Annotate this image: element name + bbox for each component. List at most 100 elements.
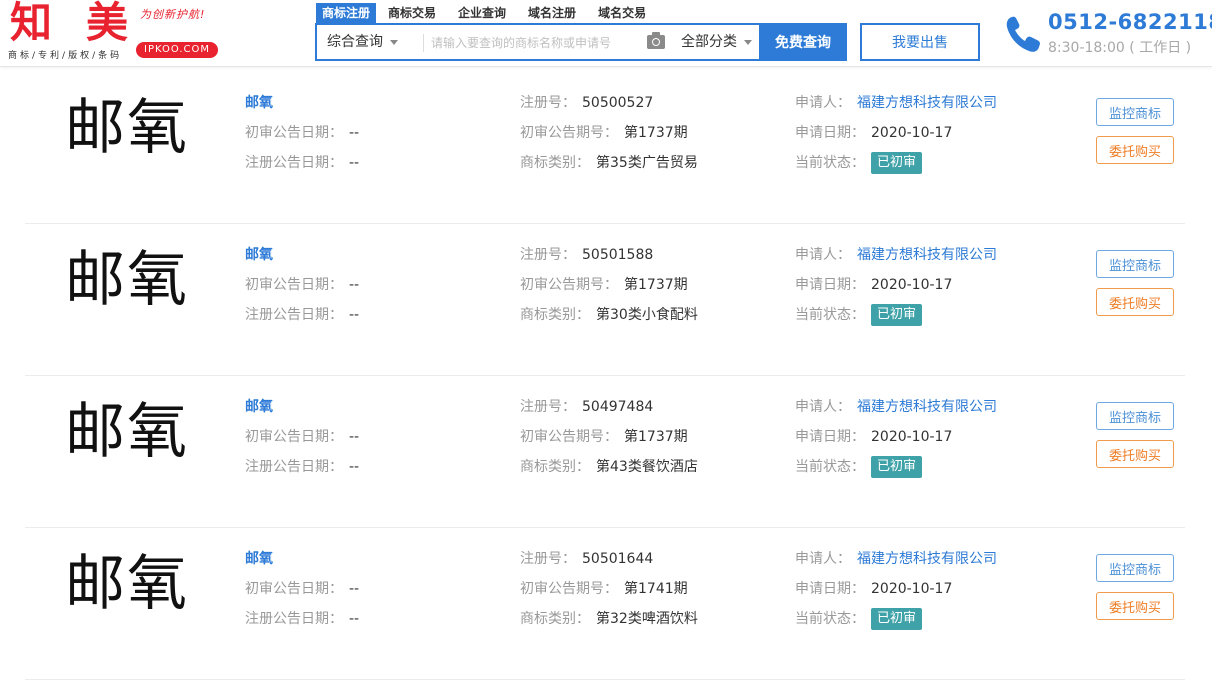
category-value: 第43类餐饮酒店	[596, 459, 698, 475]
apply-date-value: 2020-10-17	[871, 125, 953, 141]
entrust-purchase-button[interactable]: 委托购买	[1096, 136, 1174, 164]
applicant-link[interactable]: 福建方想科技有限公司	[857, 551, 997, 567]
status-label: 当前状态：	[795, 307, 865, 323]
chevron-down-icon	[744, 39, 752, 45]
site-header: 知 美 为创新护航! 商标/专利/版权/条码 IPKOO.COM 商标注册 商标…	[0, 0, 1212, 67]
entrust-purchase-button[interactable]: 委托购买	[1096, 288, 1174, 316]
entrust-purchase-button[interactable]: 委托购买	[1096, 440, 1174, 468]
status-badge: 已初审	[871, 608, 923, 630]
tab-company-query[interactable]: 企业查询	[452, 3, 512, 24]
applicant-label: 申请人：	[795, 247, 851, 263]
result-col-applicant: 申请人： 福建方想科技有限公司 申请日期： 2020-10-17 当前状态： 已初审	[795, 392, 997, 482]
tab-domain-trade[interactable]: 域名交易	[592, 3, 652, 24]
trademark-image[interactable]: 邮氧	[65, 548, 195, 620]
category-label: 商标类别：	[520, 611, 590, 627]
applicant-link[interactable]: 福建方想科技有限公司	[857, 399, 997, 415]
list-item: 邮氧 邮氧 初审公告日期： -- 注册公告日期： -- 注册号： 50500527 初…	[25, 72, 1185, 224]
prelim-date-value: --	[349, 581, 360, 597]
monitor-trademark-button[interactable]: 监控商标	[1096, 554, 1174, 582]
result-col-registration: 注册号： 50501644 初审公告期号： 第1741期 商标类别： 第32类啤酒饮料	[520, 544, 698, 634]
category-label: 商标类别：	[520, 459, 590, 475]
phone-hours: 8:30-18:00 ( 工作日 )	[1048, 40, 1192, 56]
reg-no-label: 注册号：	[520, 551, 576, 567]
search-type-label: 综合查询	[327, 34, 383, 50]
reg-no-value: 50500527	[582, 95, 654, 111]
reg-no-label: 注册号：	[520, 247, 576, 263]
reg-date-label: 注册公告日期：	[245, 155, 343, 171]
search-type-select[interactable]: 综合查询	[327, 25, 398, 59]
applicant-link[interactable]: 福建方想科技有限公司	[857, 95, 997, 111]
logo-char-mei: 美	[86, 0, 129, 47]
result-col-registration: 注册号： 50500527 初审公告期号： 第1737期 商标类别： 第35类广告贸易	[520, 88, 698, 178]
status-badge: 已初审	[871, 152, 923, 174]
trademark-name-link[interactable]: 邮氧	[245, 551, 273, 567]
search-category-select[interactable]: 全部分类	[681, 25, 752, 59]
category-value: 第30类小食配料	[596, 307, 698, 323]
apply-date-label: 申请日期：	[795, 277, 865, 293]
applicant-label: 申请人：	[795, 95, 851, 111]
status-label: 当前状态：	[795, 155, 865, 171]
prelim-issue-value: 第1737期	[624, 125, 688, 141]
reg-date-label: 注册公告日期：	[245, 459, 343, 475]
result-col-applicant: 申请人： 福建方想科技有限公司 申请日期： 2020-10-17 当前状态： 已初审	[795, 88, 997, 178]
list-item: 邮氧 邮氧 初审公告日期： -- 注册公告日期： -- 注册号： 50501644 初…	[25, 528, 1185, 680]
status-badge: 已初审	[871, 304, 923, 326]
reg-date-value: --	[349, 307, 360, 323]
phone-icon	[1006, 16, 1040, 52]
prelim-date-value: --	[349, 125, 360, 141]
reg-date-label: 注册公告日期：	[245, 307, 343, 323]
tab-trademark-trade[interactable]: 商标交易	[382, 3, 442, 24]
list-item: 邮氧 邮氧 初审公告日期： -- 注册公告日期： -- 注册号： 50497484 初…	[25, 376, 1185, 528]
apply-date-value: 2020-10-17	[871, 277, 953, 293]
apply-date-value: 2020-10-17	[871, 429, 953, 445]
prelim-date-value: --	[349, 277, 360, 293]
prelim-issue-value: 第1741期	[624, 581, 688, 597]
list-item: 邮氧 邮氧 初审公告日期： -- 注册公告日期： -- 注册号： 50501588 初…	[25, 224, 1185, 376]
logo-slogan: 为创新护航!	[140, 8, 206, 21]
trademark-name-link[interactable]: 邮氧	[245, 95, 273, 111]
status-label: 当前状态：	[795, 611, 865, 627]
trademark-name-link[interactable]: 邮氧	[245, 399, 273, 415]
site-logo[interactable]: 知 美 为创新护航! 商标/专利/版权/条码 IPKOO.COM	[8, 0, 218, 62]
search-category-label: 全部分类	[681, 34, 737, 50]
category-value: 第35类广告贸易	[596, 155, 698, 171]
entrust-purchase-button[interactable]: 委托购买	[1096, 592, 1174, 620]
reg-no-label: 注册号：	[520, 399, 576, 415]
search-input[interactable]	[429, 29, 633, 57]
reg-no-value: 50501644	[582, 551, 654, 567]
reg-date-value: --	[349, 459, 360, 475]
camera-icon[interactable]	[647, 32, 665, 49]
apply-date-label: 申请日期：	[795, 581, 865, 597]
result-col-basic: 邮氧 初审公告日期： -- 注册公告日期： --	[245, 544, 359, 634]
prelim-issue-label: 初审公告期号：	[520, 581, 618, 597]
result-col-applicant: 申请人： 福建方想科技有限公司 申请日期： 2020-10-17 当前状态： 已初审	[795, 544, 997, 634]
reg-no-value: 50501588	[582, 247, 654, 263]
monitor-trademark-button[interactable]: 监控商标	[1096, 402, 1174, 430]
trademark-image[interactable]: 邮氧	[65, 396, 195, 468]
category-value: 第32类啤酒饮料	[596, 611, 698, 627]
applicant-label: 申请人：	[795, 551, 851, 567]
chevron-down-icon	[390, 39, 398, 45]
search-button[interactable]: 免费查询	[759, 23, 847, 61]
prelim-date-label: 初审公告日期：	[245, 125, 343, 141]
logo-domain-badge: IPKOO.COM	[136, 42, 218, 58]
monitor-trademark-button[interactable]: 监控商标	[1096, 98, 1174, 126]
trademark-image[interactable]: 邮氧	[65, 92, 195, 164]
prelim-date-value: --	[349, 429, 360, 445]
sell-button[interactable]: 我要出售	[860, 23, 980, 61]
tab-domain-register[interactable]: 域名注册	[522, 3, 582, 24]
prelim-issue-value: 第1737期	[624, 429, 688, 445]
trademark-image[interactable]: 邮氧	[65, 244, 195, 316]
monitor-trademark-button[interactable]: 监控商标	[1096, 250, 1174, 278]
result-col-basic: 邮氧 初审公告日期： -- 注册公告日期： --	[245, 392, 359, 482]
result-col-registration: 注册号： 50501588 初审公告期号： 第1737期 商标类别： 第30类小食配料	[520, 240, 698, 330]
apply-date-value: 2020-10-17	[871, 581, 953, 597]
prelim-date-label: 初审公告日期：	[245, 429, 343, 445]
result-col-basic: 邮氧 初审公告日期： -- 注册公告日期： --	[245, 88, 359, 178]
tab-trademark-register[interactable]: 商标注册	[316, 3, 377, 24]
applicant-link[interactable]: 福建方想科技有限公司	[857, 247, 997, 263]
apply-date-label: 申请日期：	[795, 125, 865, 141]
result-col-registration: 注册号： 50497484 初审公告期号： 第1737期 商标类别： 第43类餐饮酒店	[520, 392, 698, 482]
result-col-applicant: 申请人： 福建方想科技有限公司 申请日期： 2020-10-17 当前状态： 已初审	[795, 240, 997, 330]
trademark-name-link[interactable]: 邮氧	[245, 247, 273, 263]
